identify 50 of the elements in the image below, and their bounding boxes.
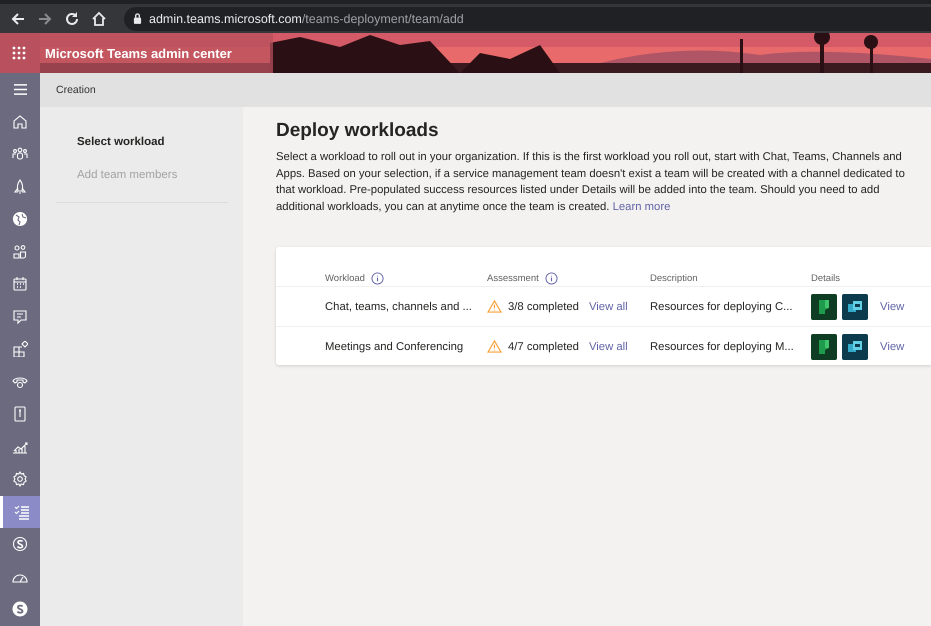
table-cell: Resources for deploying C... xyxy=(650,300,793,312)
board-icon[interactable] xyxy=(842,334,868,360)
breadcrumb: Creation xyxy=(56,84,96,96)
app-title: Microsoft Teams admin center xyxy=(45,46,232,60)
page-description: Select a workload to roll out in your organization. If this is the first workload you roll out, start with Chat, Teams, Channels and Apps. Based on your selection, if a service management team doesn't exist a team will be created with a channel dedicated to that workload. Pre-populated success resources listed under Details will be added into the team. Should you need to add additional workloads, you can at anytime once the team is created. Learn more xyxy=(276,150,906,214)
reload-icon[interactable] xyxy=(64,10,80,26)
view-link[interactable]: View xyxy=(880,340,904,352)
table-cell: Resources for deploying M... xyxy=(650,340,794,352)
table-cell: Meetings and Conferencing xyxy=(325,340,464,352)
column-header[interactable]: Details xyxy=(811,272,840,284)
menu-icon xyxy=(12,82,28,96)
address-bar[interactable]: admin.teams.microsoft.com/teams-deployment/team/add xyxy=(124,6,931,30)
home-icon[interactable] xyxy=(91,10,107,26)
learn-more-link[interactable]: Learn more xyxy=(612,200,670,212)
forward-icon[interactable] xyxy=(37,10,53,26)
column-header[interactable]: Workload xyxy=(325,272,384,284)
planner-icon[interactable] xyxy=(811,334,837,360)
nav-icon xyxy=(12,211,28,228)
lock-icon xyxy=(133,13,142,24)
view-all-link[interactable]: View all xyxy=(588,300,628,312)
settings-icon xyxy=(12,471,28,488)
nav-icon xyxy=(12,406,28,422)
warning-icon xyxy=(487,300,502,313)
page-title: Deploy workloads xyxy=(276,120,440,142)
nav-icon xyxy=(12,178,28,195)
planner-icon[interactable] xyxy=(811,294,837,320)
column-header[interactable]: Assessment xyxy=(487,272,558,284)
nav-icon xyxy=(12,276,28,292)
view-link[interactable]: View xyxy=(880,300,904,312)
column-header[interactable]: Description xyxy=(650,272,698,284)
table-cell: 4/7 completed xyxy=(508,340,579,352)
wizard-step[interactable]: Select workload xyxy=(77,136,243,169)
board-icon[interactable] xyxy=(842,294,868,320)
nav-icon xyxy=(12,341,28,358)
back-icon[interactable] xyxy=(10,10,26,26)
nav-icon xyxy=(12,244,28,260)
nav-icon xyxy=(12,308,28,325)
nav-icon xyxy=(14,504,30,520)
info-icon[interactable] xyxy=(544,272,558,284)
table-cell: Chat, teams, channels and ... xyxy=(325,300,472,312)
nav-icon xyxy=(12,146,28,162)
table-cell: 3/8 completed xyxy=(508,300,579,312)
nav-icon xyxy=(12,601,28,618)
nav-item[interactable] xyxy=(0,496,40,528)
app-launcher-icon[interactable] xyxy=(12,46,26,60)
nav-icon xyxy=(12,536,28,552)
home-icon xyxy=(12,114,28,130)
view-all-link[interactable]: View all xyxy=(588,340,628,352)
info-icon[interactable] xyxy=(370,272,384,284)
warning-icon xyxy=(487,340,502,353)
